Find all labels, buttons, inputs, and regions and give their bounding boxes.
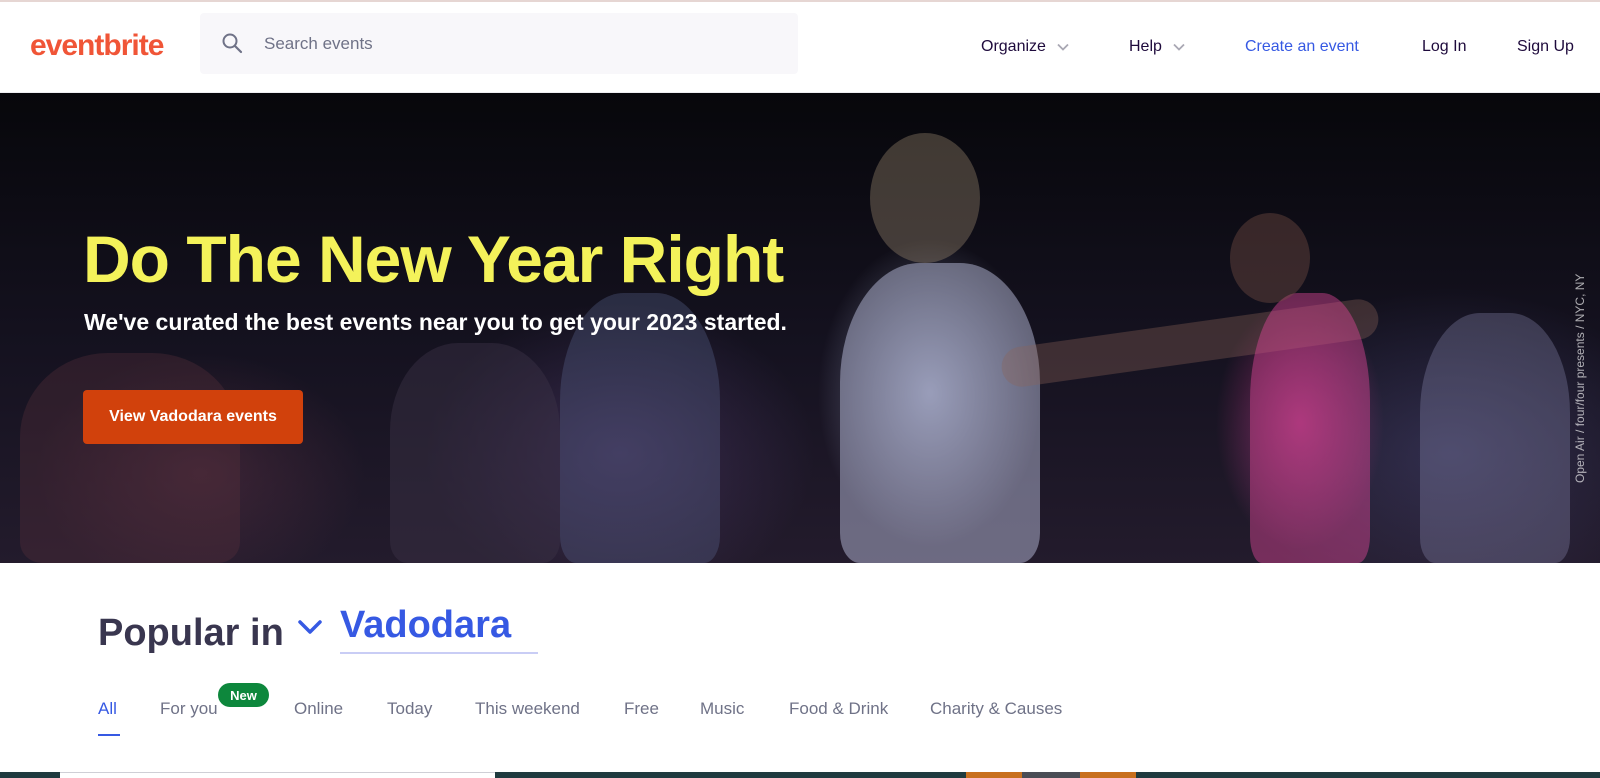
create-event-link[interactable]: Create an event: [1245, 38, 1359, 56]
nav-organize[interactable]: Organize: [981, 38, 1070, 56]
header: eventbrite Organize Help Create an event…: [0, 2, 1600, 93]
photo-credit: Open Air / four/four presents / NYC, NY: [1573, 273, 1587, 483]
nav-help-label: Help: [1129, 38, 1162, 55]
chevron-down-icon: [1173, 43, 1185, 51]
active-tab-indicator: [98, 734, 120, 736]
nav-organize-label: Organize: [981, 38, 1046, 55]
popular-label: Popular in: [98, 612, 284, 654]
tab-charity-causes[interactable]: Charity & Causes: [930, 699, 1062, 719]
dancer-head-shape: [870, 133, 980, 263]
city-selector[interactable]: Vadodara: [340, 604, 538, 654]
crowd-shape: [20, 353, 240, 563]
event-card-partial[interactable]: [1022, 772, 1080, 778]
tab-all[interactable]: All: [98, 699, 117, 719]
event-card-partial[interactable]: [1080, 772, 1136, 778]
new-badge: New: [218, 683, 269, 707]
dancer-body-shape: [840, 263, 1040, 563]
crowd-shape: [390, 343, 560, 563]
tab-free[interactable]: Free: [624, 699, 659, 719]
tab-music[interactable]: Music: [700, 699, 744, 719]
eventbrite-logo[interactable]: eventbrite: [30, 29, 164, 63]
page: eventbrite Organize Help Create an event…: [0, 0, 1600, 778]
tab-for-you[interactable]: For you: [160, 699, 218, 719]
hero-banner: Do The New Year Right We've curated the …: [0, 93, 1600, 563]
figure-head-shape: [1230, 213, 1310, 303]
search-icon: [222, 33, 243, 54]
search-input[interactable]: [264, 13, 784, 74]
hero-subtitle: We've curated the best events near you t…: [84, 309, 787, 335]
nav-help[interactable]: Help: [1129, 38, 1186, 56]
tab-food-drink[interactable]: Food & Drink: [789, 699, 888, 719]
hero-title: Do The New Year Right: [83, 222, 784, 296]
crowd-shape: [1420, 313, 1570, 563]
event-card-partial[interactable]: [60, 772, 495, 778]
chevron-down-icon[interactable]: [295, 612, 325, 642]
tab-this-weekend[interactable]: This weekend: [475, 699, 580, 719]
tab-online[interactable]: Online: [294, 699, 343, 719]
view-events-button[interactable]: View Vadodara events: [83, 390, 303, 444]
figure-pink-shape: [1250, 293, 1370, 563]
event-card-partial[interactable]: [966, 772, 1022, 778]
tab-today[interactable]: Today: [387, 699, 432, 719]
login-link[interactable]: Log In: [1422, 38, 1466, 56]
search-bar[interactable]: [200, 13, 798, 74]
signup-link[interactable]: Sign Up: [1517, 38, 1574, 56]
city-value: Vadodara: [340, 604, 512, 646]
chevron-down-icon: [1057, 43, 1069, 51]
